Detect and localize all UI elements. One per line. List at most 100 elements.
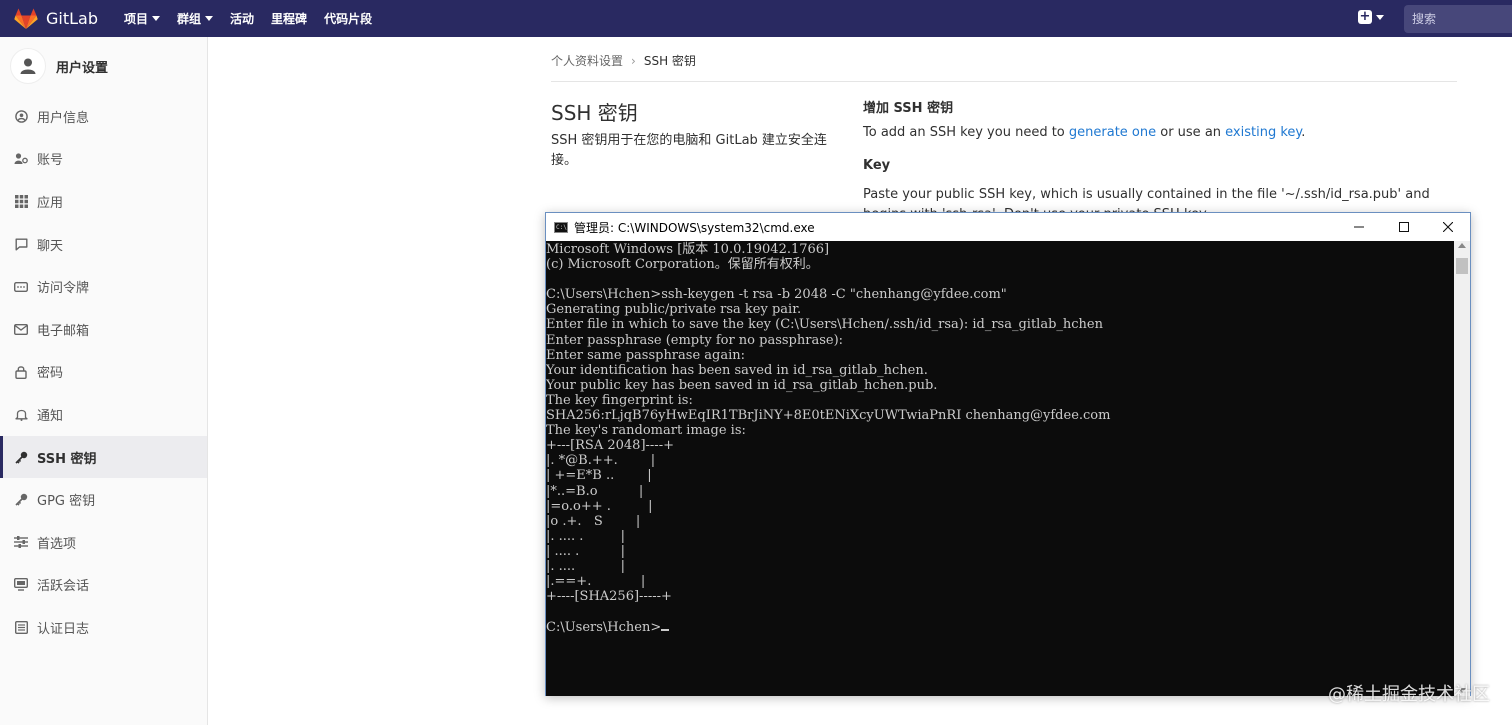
cmd-console[interactable]: Microsoft Windows [版本 10.0.19042.1766] (c…: [546, 241, 1454, 696]
sidebar-item-active-sessions[interactable]: 活跃会话: [0, 564, 207, 607]
nav-item-label: 群组: [177, 12, 202, 26]
account-icon: [14, 152, 28, 166]
sidebar-item-label: 用户信息: [37, 110, 90, 126]
breadcrumb-current[interactable]: SSH 密钥: [644, 52, 696, 69]
log-icon: [14, 620, 28, 634]
console-line: +---[RSA 2048]----+: [546, 438, 674, 454]
text-cursor: [661, 629, 670, 632]
sidebar-item-label: 访问令牌: [37, 281, 90, 297]
user-circle-icon: [14, 109, 28, 123]
plus-icon: +: [1358, 9, 1372, 24]
sidebar-item-label: 应用: [37, 195, 64, 211]
watermark: @稀土掘金技术社区: [1328, 684, 1490, 705]
close-icon: [1443, 222, 1453, 232]
cmd-window-title: 管理员: C:\WINDOWS\system32\cmd.exe: [574, 220, 815, 235]
sidebar-item-label: 账号: [37, 153, 64, 169]
lock-icon: [14, 365, 28, 379]
console-line: |. *@B.++. |: [546, 453, 656, 469]
vertical-scrollbar[interactable]: [1454, 241, 1470, 696]
console-line: C:\Users\Hchen>ssh-keygen -t rsa -b 2048…: [546, 287, 1007, 303]
sidebar-item-auth-log[interactable]: 认证日志: [0, 606, 207, 649]
sidebar-item-emails[interactable]: 电子邮箱: [0, 308, 207, 351]
top-navbar: GitLab 项目 群组 活动 里程碑 代码片段 + 搜索: [0, 0, 1512, 37]
scroll-up-arrow-icon[interactable]: [1458, 243, 1466, 248]
bell-icon: [14, 407, 28, 422]
console-line: Generating public/private rsa key pair.: [546, 302, 802, 318]
sidebar-item-chat[interactable]: 聊天: [0, 223, 207, 266]
chevron-down-icon: [205, 16, 214, 21]
console-prompt: C:\Users\Hchen>: [546, 620, 662, 636]
console-line: SHA256:rLjqB76yHwEqIR1TBrJiNY+8E0tENiXcy…: [546, 408, 1111, 424]
nav-item-label: 项目: [124, 12, 149, 26]
gitlab-fox-icon: [14, 8, 38, 29]
minimize-button[interactable]: [1337, 213, 1381, 241]
console-line: Enter same passphrase again:: [546, 347, 746, 363]
cmd-titlebar[interactable]: C:\ 管理员: C:\WINDOWS\system32\cmd.exe: [546, 213, 1470, 241]
sidebar-item-label: SSH 密钥: [37, 451, 97, 467]
nav-item-projects[interactable]: 项目: [124, 10, 161, 27]
user-icon: [20, 58, 36, 74]
cmd-window[interactable]: C:\ 管理员: C:\WINDOWS\system32\cmd.exe Mic…: [545, 212, 1471, 696]
nav-item-snippets[interactable]: 代码片段: [324, 10, 372, 27]
page-title: SSH 密钥: [551, 101, 638, 125]
instruction-text: or use an: [1156, 125, 1226, 140]
mail-icon: [14, 322, 28, 336]
applications-icon: [14, 194, 28, 208]
close-button[interactable]: [1426, 213, 1470, 241]
nav-item-milestones[interactable]: 里程碑: [271, 10, 307, 27]
console-line: Your identification has been saved in id…: [546, 362, 928, 378]
console-line: Microsoft Windows [版本 10.0.19042.1766]: [546, 242, 830, 257]
breadcrumb-parent-link[interactable]: 个人资料设置: [551, 52, 623, 69]
add-ssh-key-heading: 增加 SSH 密钥: [863, 101, 954, 116]
cmd-app-icon: C:\: [554, 221, 568, 233]
key-icon: [14, 450, 28, 464]
chevron-down-icon: [152, 16, 161, 21]
nav-item-activity[interactable]: 活动: [230, 10, 254, 27]
sidebar-item-gpg-keys[interactable]: GPG 密钥: [0, 478, 207, 521]
chevron-down-icon: [1376, 14, 1384, 20]
sidebar-item-ssh-keys[interactable]: SSH 密钥: [0, 435, 207, 479]
console-output: Microsoft Windows [版本 10.0.19042.1766] (c…: [546, 241, 1454, 619]
sidebar-item-account[interactable]: 账号: [0, 138, 207, 181]
monitor-icon: [14, 578, 28, 592]
sidebar-item-preferences[interactable]: 首选项: [0, 521, 207, 564]
sidebar-item-label: 电子邮箱: [37, 323, 90, 339]
nav-item-label: 里程碑: [271, 12, 308, 26]
search-input[interactable]: 搜索: [1404, 5, 1512, 33]
console-line: The key fingerprint is:: [546, 392, 693, 408]
key-icon: [14, 493, 28, 507]
existing-key-link[interactable]: existing key: [1225, 125, 1301, 140]
nav-item-label: 活动: [230, 12, 255, 26]
sidebar-item-label: 通知: [37, 408, 64, 424]
console-line: +----[SHA256]-----+: [546, 589, 672, 605]
sidebar-header[interactable]: 用户设置: [0, 37, 207, 95]
gitlab-logo[interactable]: GitLab: [14, 0, 98, 37]
sidebar-item-profile[interactable]: 用户信息: [0, 95, 207, 138]
console-line: |. .... . |: [546, 528, 626, 544]
sidebar-item-applications[interactable]: 应用: [0, 180, 207, 223]
maximize-icon: [1399, 222, 1409, 232]
console-line: |=o.o++ . |: [546, 498, 653, 514]
console-line: (c) Microsoft Corporation。保留所有权利。: [546, 257, 819, 273]
console-line: | .... . |: [546, 543, 626, 559]
sidebar-item-password[interactable]: 密码: [0, 351, 207, 394]
new-item-dropdown[interactable]: +: [1358, 10, 1384, 24]
minimize-icon: [1354, 226, 1364, 228]
maximize-button[interactable]: [1382, 213, 1426, 241]
sidebar-item-label: 认证日志: [37, 621, 90, 637]
nav-menu: 项目 群组 活动 里程碑 代码片段: [124, 10, 389, 27]
console-line: |o .+. S |: [546, 513, 641, 529]
sidebar-item-label: 聊天: [37, 238, 64, 254]
chat-icon: [14, 237, 28, 251]
console-line: |.==+. |: [546, 574, 646, 590]
sidebar-title: 用户设置: [56, 60, 109, 76]
generate-one-link[interactable]: generate one: [1069, 125, 1156, 140]
sidebar-item-access-tokens[interactable]: 访问令牌: [0, 265, 207, 308]
nav-item-groups[interactable]: 群组: [177, 10, 214, 27]
console-line: | +=E*B .. |: [546, 468, 652, 484]
token-icon: [14, 280, 28, 294]
instruction-text: .: [1301, 125, 1306, 140]
sidebar-item-notifications[interactable]: 通知: [0, 393, 207, 436]
scroll-thumb[interactable]: [1456, 258, 1468, 274]
